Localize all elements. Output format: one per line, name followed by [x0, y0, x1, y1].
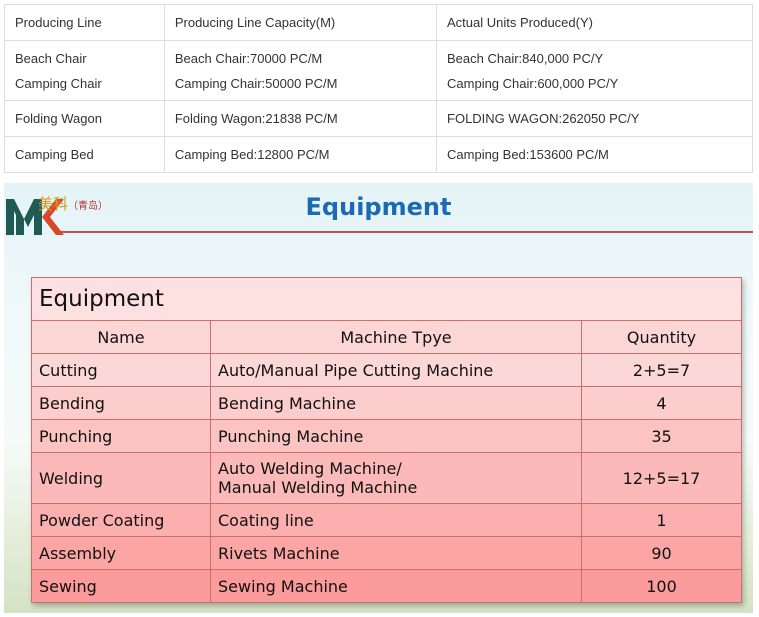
cell-line: Camping Chair:50000 PC/M: [174, 75, 338, 91]
cell-actual: Camping Bed:153600 PC/M: [436, 136, 753, 173]
column-header: Actual Units Produced(Y): [436, 4, 753, 41]
cell-line: Camping Chair:600,000 PC/Y: [447, 75, 619, 91]
table-caption: Equipment: [31, 277, 742, 321]
slide-title: Equipment: [305, 193, 452, 221]
quantity: 4: [581, 386, 742, 420]
quantity: 1: [581, 503, 742, 537]
quantity: 2+5=7: [581, 353, 742, 387]
cell-capacity: Beach Chair:70000 PC/M Camping Chair:5000…: [163, 40, 438, 101]
table-row: Welding Auto Welding Machine/Manual Weld…: [31, 452, 742, 504]
table-row: Folding Wagon Folding Wagon:21838 PC/M FOL…: [4, 100, 753, 137]
cell-line: Camping Chair: [15, 75, 102, 91]
cell-line: Camping Bed:153600 PC/M: [447, 147, 609, 162]
machine-line: Sewing Machine: [218, 576, 348, 596]
equipment-name: Bending: [31, 386, 211, 420]
machine-line: Auto/Manual Pipe Cutting Machine: [218, 360, 494, 380]
cell-line: Folding Wagon: [15, 111, 102, 126]
cell-capacity: Folding Wagon:21838 PC/M: [163, 100, 438, 137]
table-row: Punching Punching Machine 35: [31, 419, 742, 453]
machine-line: Coating line: [218, 510, 314, 530]
cell-capacity: Camping Bed:12800 PC/M: [163, 136, 438, 173]
machine-type: Auto Welding Machine/Manual Welding Mach…: [210, 452, 582, 504]
column-header: Producing Line Capacity(M): [163, 4, 438, 41]
equipment-table: Equipment Name Machine Tpye Quantity Cuttin…: [31, 277, 742, 603]
cell-line: Folding Wagon:21838 PC/M: [174, 111, 338, 126]
cell-actual: FOLDING WAGON:262050 PC/Y: [436, 100, 753, 137]
cell-line: Camping Bed: [15, 147, 94, 162]
cell-line: Beach Chair Camping Chair: [4, 40, 165, 101]
equipment-name: Punching: [31, 419, 211, 453]
cell-line: Camping Bed: [4, 136, 165, 173]
table-row: Cutting Auto/Manual Pipe Cutting Machine…: [31, 353, 742, 387]
machine-line: Manual Welding Machine: [218, 478, 418, 497]
table-row: Beach Chair Camping Chair Beach Chair:7000…: [4, 40, 753, 101]
column-header: Name: [31, 320, 211, 354]
column-header: Machine Tpye: [210, 320, 582, 354]
equipment-name: Powder Coating: [31, 503, 211, 537]
machine-type: Punching Machine: [210, 419, 582, 453]
cell-line: Beach Chair:840,000 PC/Y: [447, 50, 604, 66]
table-row: Sewing Sewing Machine 100: [31, 569, 742, 603]
machine-line: Rivets Machine: [218, 543, 340, 563]
machine-line: Punching Machine: [218, 426, 364, 446]
table-header-row: Producing Line Producing Line Capacity(M)…: [4, 4, 753, 41]
cell-line: FOLDING WAGON:262050 PC/Y: [447, 111, 640, 126]
column-header: Producing Line: [4, 4, 165, 41]
machine-type: Bending Machine: [210, 386, 582, 420]
equipment-name: Sewing: [31, 569, 211, 603]
equipment-name: Cutting: [31, 353, 211, 387]
machine-type: Rivets Machine: [210, 536, 582, 570]
table-row: Camping Bed Camping Bed:12800 PC/M Camping…: [4, 136, 753, 173]
machine-type: Sewing Machine: [210, 569, 582, 603]
quantity: 90: [581, 536, 742, 570]
table-row: Bending Bending Machine 4: [31, 386, 742, 420]
column-header: Quantity: [581, 320, 742, 354]
equipment-name: Welding: [31, 452, 211, 504]
quantity: 100: [581, 569, 742, 603]
cell-line: Beach Chair:70000 PC/M: [174, 50, 323, 66]
quantity: 12+5=17: [581, 452, 742, 504]
equipment-slide-image: 美科（青岛） Equipment Equipment Name Machine Tp…: [4, 183, 753, 613]
table-row: Assembly Rivets Machine 90: [31, 536, 742, 570]
machine-line: Auto Welding Machine/: [218, 459, 402, 478]
cell-line: Folding Wagon: [4, 100, 165, 137]
table-header-row: Name Machine Tpye Quantity: [31, 320, 742, 354]
title-divider: [60, 231, 753, 233]
machine-line: Bending Machine: [218, 393, 356, 413]
quantity: 35: [581, 419, 742, 453]
cell-actual: Beach Chair:840,000 PC/Y Camping Chair:60…: [436, 40, 753, 101]
cell-line: Beach Chair: [15, 50, 87, 66]
machine-type: Coating line: [210, 503, 582, 537]
machine-type: Auto/Manual Pipe Cutting Machine: [210, 353, 582, 387]
capacity-table: Producing Line Producing Line Capacity(M)…: [4, 4, 753, 173]
equipment-name: Assembly: [31, 536, 211, 570]
table-row: Powder Coating Coating line 1: [31, 503, 742, 537]
table-caption-row: Equipment: [31, 277, 742, 321]
cell-line: Camping Bed:12800 PC/M: [174, 147, 330, 162]
